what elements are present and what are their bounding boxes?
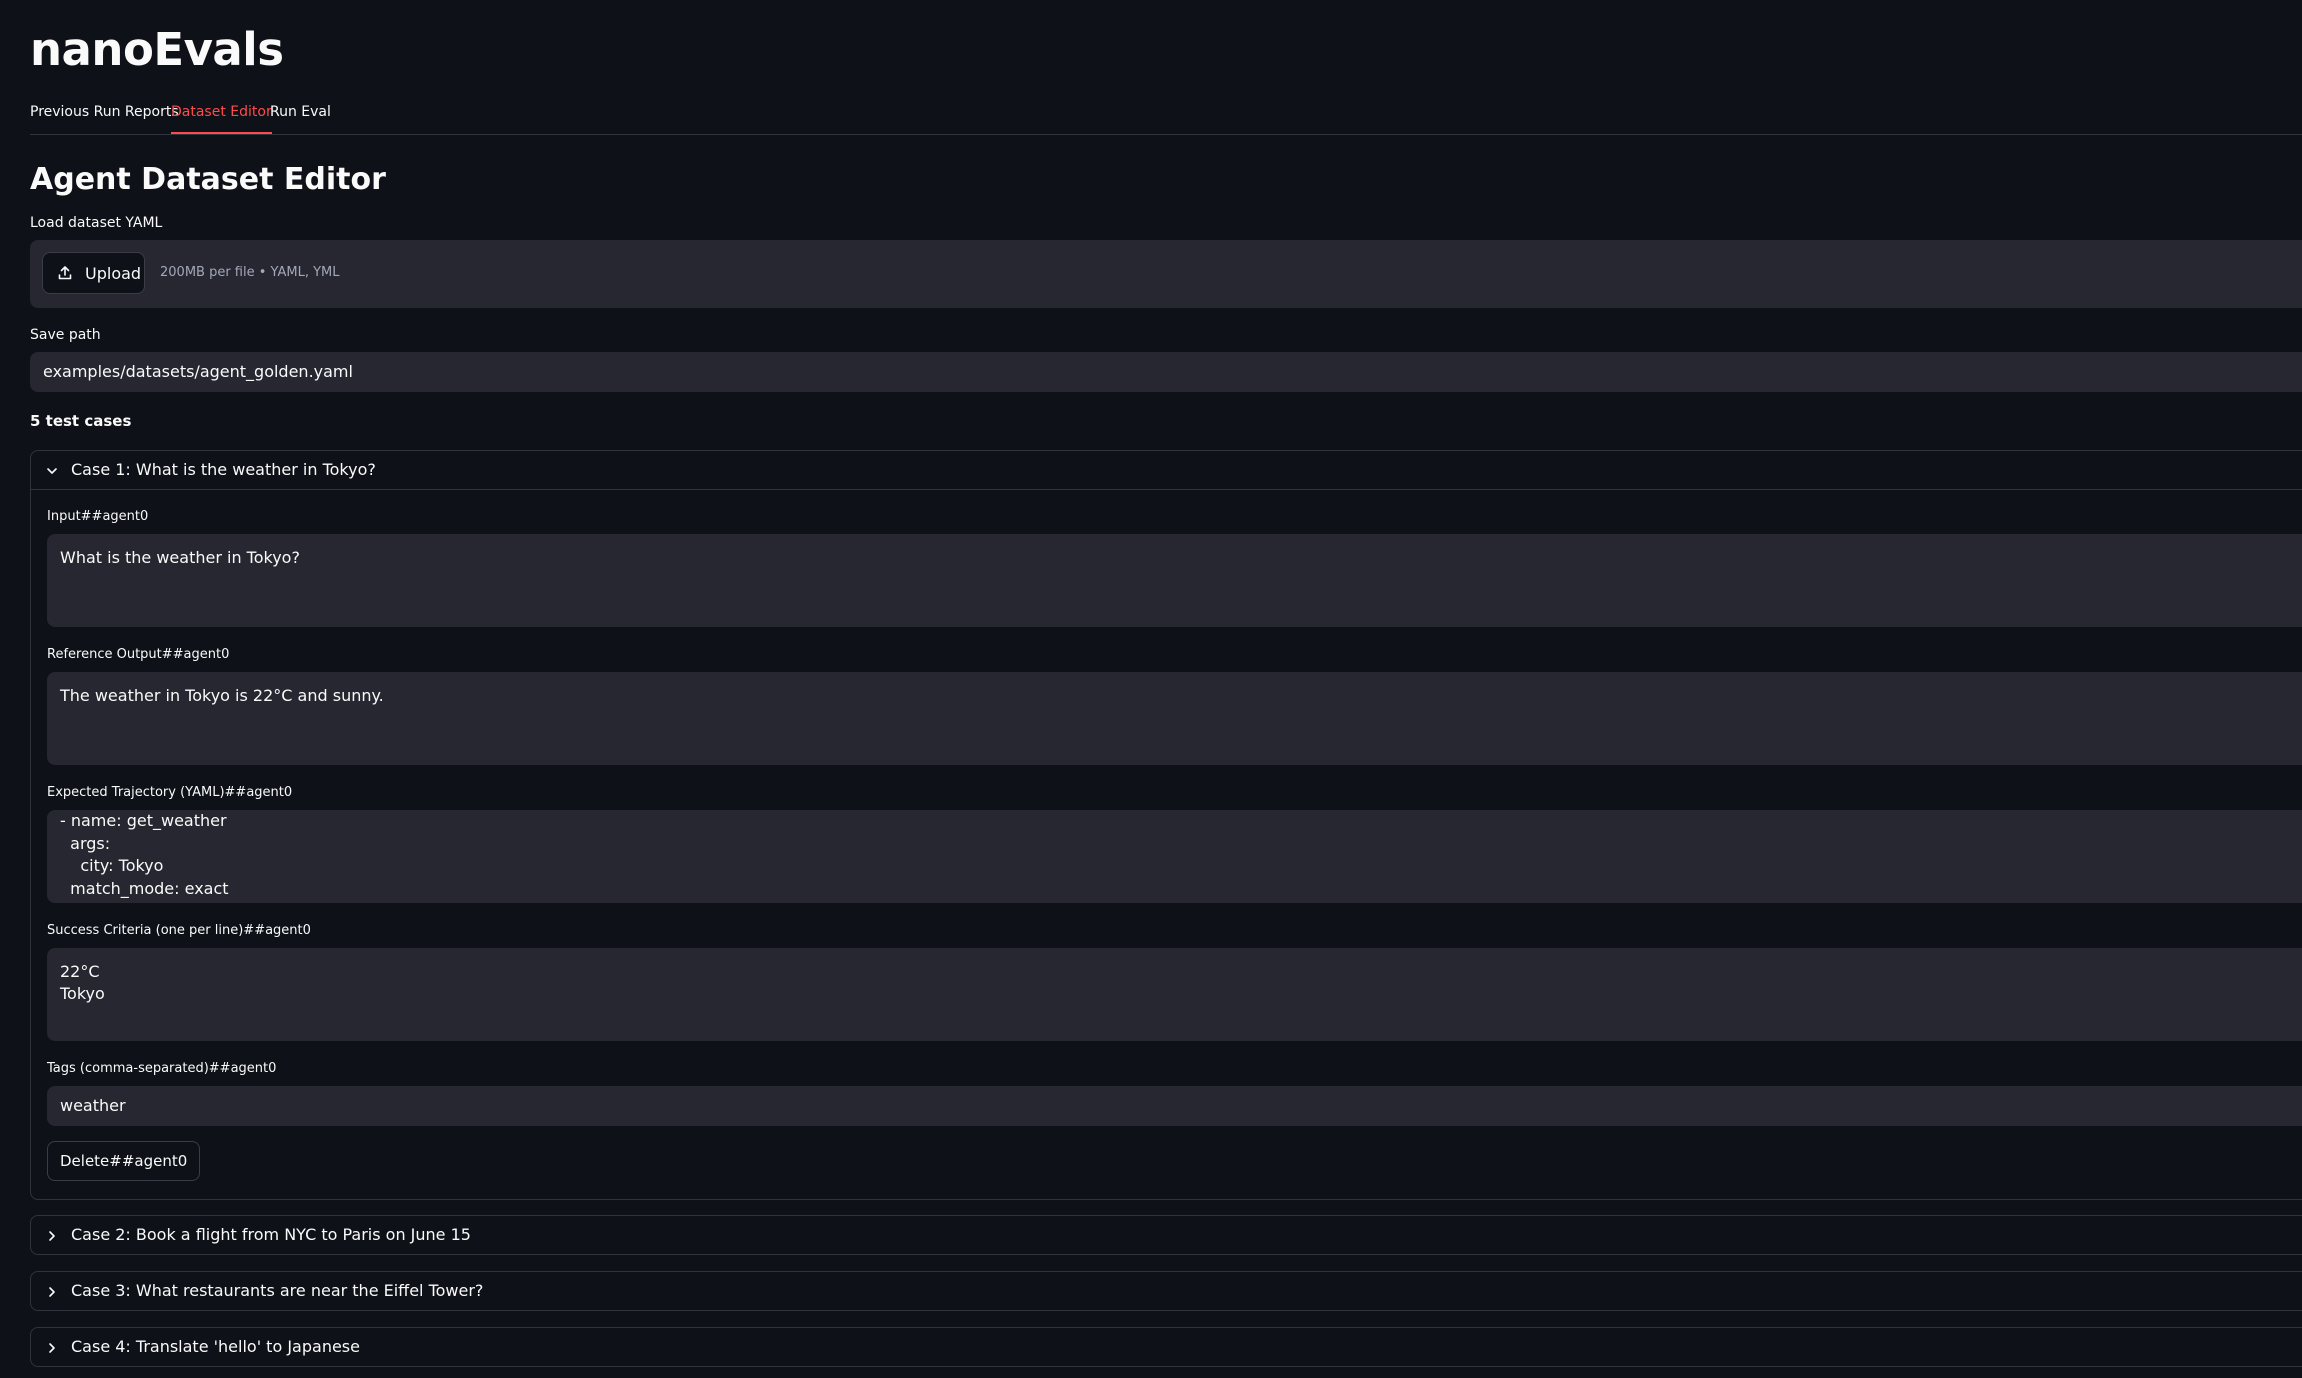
- case-title-4: Case 4: Translate 'hello' to Japanese: [71, 1337, 360, 1356]
- upload-icon: [57, 265, 73, 281]
- case-title-3: Case 3: What restaurants are near the Ei…: [71, 1281, 484, 1300]
- page-title: Agent Dataset Editor: [30, 162, 386, 197]
- save-path-input[interactable]: examples/datasets/agent_golden.yaml: [30, 352, 2302, 392]
- case-expander-3: Case 3: What restaurants are near the Ei…: [30, 1271, 2302, 1311]
- tab-dataset-editor[interactable]: Dataset Editor: [171, 96, 272, 134]
- tab-previous-run-reports[interactable]: Previous Run Reports: [30, 96, 179, 128]
- tags-label: Tags (comma-separated)##agent0: [47, 1061, 277, 1076]
- case-header-2[interactable]: Case 2: Book a flight from NYC to Paris …: [31, 1216, 2302, 1254]
- reference-output-label: Reference Output##agent0: [47, 647, 230, 662]
- app-title: nanoEvals: [30, 23, 284, 76]
- case-header-1[interactable]: Case 1: What is the weather in Tokyo?: [31, 451, 2302, 489]
- input-textarea[interactable]: What is the weather in Tokyo?: [47, 534, 2302, 627]
- case-header-divider: [31, 489, 2302, 490]
- tab-run-eval[interactable]: Run Eval: [270, 96, 331, 128]
- upload-hint: 200MB per file • YAML, YML: [160, 265, 340, 280]
- success-criteria-label: Success Criteria (one per line)##agent0: [47, 923, 311, 938]
- case-expander-1: Case 1: What is the weather in Tokyo? In…: [30, 450, 2302, 1200]
- chevron-right-icon: [49, 1231, 55, 1241]
- success-criteria-textarea[interactable]: 22°C Tokyo: [47, 948, 2302, 1041]
- reference-output-textarea[interactable]: The weather in Tokyo is 22°C and sunny.: [47, 672, 2302, 765]
- save-path-label: Save path: [30, 327, 101, 343]
- case-title-1: Case 1: What is the weather in Tokyo?: [71, 460, 376, 479]
- test-case-count: 5 test cases: [30, 412, 132, 430]
- tab-bar: Previous Run Reports Dataset Editor Run …: [30, 96, 2302, 135]
- input-label: Input##agent0: [47, 509, 149, 524]
- chevron-down-icon: [47, 468, 57, 474]
- load-dataset-label: Load dataset YAML: [30, 215, 163, 231]
- tags-input[interactable]: weather: [47, 1086, 2302, 1126]
- case-title-2: Case 2: Book a flight from NYC to Paris …: [71, 1225, 471, 1244]
- expected-trajectory-textarea[interactable]: - name: get_weather args: city: Tokyo ma…: [47, 810, 2302, 903]
- file-uploader[interactable]: Upload 200MB per file • YAML, YML: [30, 240, 2302, 308]
- case-header-4[interactable]: Case 4: Translate 'hello' to Japanese: [31, 1328, 2302, 1366]
- upload-button[interactable]: Upload: [42, 252, 145, 294]
- chevron-right-icon: [49, 1287, 55, 1297]
- case-expander-4: Case 4: Translate 'hello' to Japanese: [30, 1327, 2302, 1367]
- chevron-right-icon: [49, 1343, 55, 1353]
- expected-trajectory-label: Expected Trajectory (YAML)##agent0: [47, 785, 293, 800]
- case-expander-2: Case 2: Book a flight from NYC to Paris …: [30, 1215, 2302, 1255]
- case-header-3[interactable]: Case 3: What restaurants are near the Ei…: [31, 1272, 2302, 1310]
- delete-case-button[interactable]: Delete##agent0: [47, 1141, 201, 1181]
- upload-button-label: Upload: [85, 263, 142, 283]
- app-root: nanoEvals Previous Run Reports Dataset E…: [0, 0, 2302, 1378]
